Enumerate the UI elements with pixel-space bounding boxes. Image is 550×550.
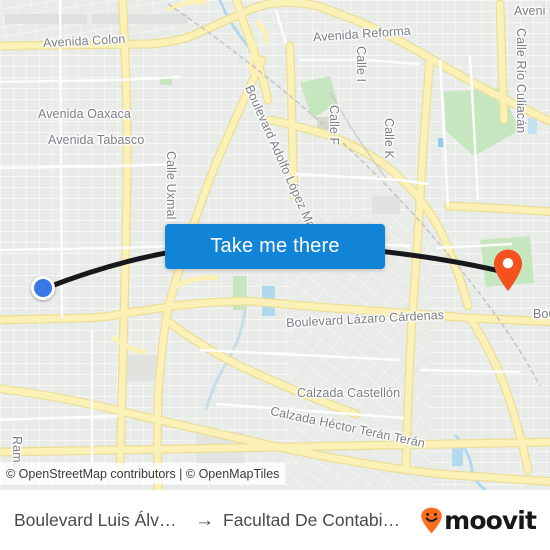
moovit-pin-icon [420,507,443,534]
take-me-there-label: Take me there [210,235,340,257]
map-canvas[interactable]: Avenida Colon Avenida Oaxaca Avenida Tab… [0,0,550,490]
attribution-text: © OpenStreetMap contributors | © OpenMap… [6,466,280,481]
footer-origin-label: Boulevard Luis Álvare… [14,509,186,530]
trip-summary-bar: Boulevard Luis Álvare… → Facultad De Con… [0,490,550,550]
moovit-trip-map-screen: Avenida Colon Avenida Oaxaca Avenida Tab… [0,0,550,550]
arrow-right-icon: → [195,509,214,531]
origin-marker[interactable] [31,276,55,300]
moovit-wordmark: moovit [444,505,537,535]
footer-destination-label: Facultad De Contabilidad … [223,509,401,530]
moovit-logo: moovit [420,505,537,535]
take-me-there-button[interactable]: Take me there [165,224,385,269]
destination-pin-icon[interactable] [492,248,524,292]
map-attribution[interactable]: © OpenStreetMap contributors | © OpenMap… [0,463,286,484]
